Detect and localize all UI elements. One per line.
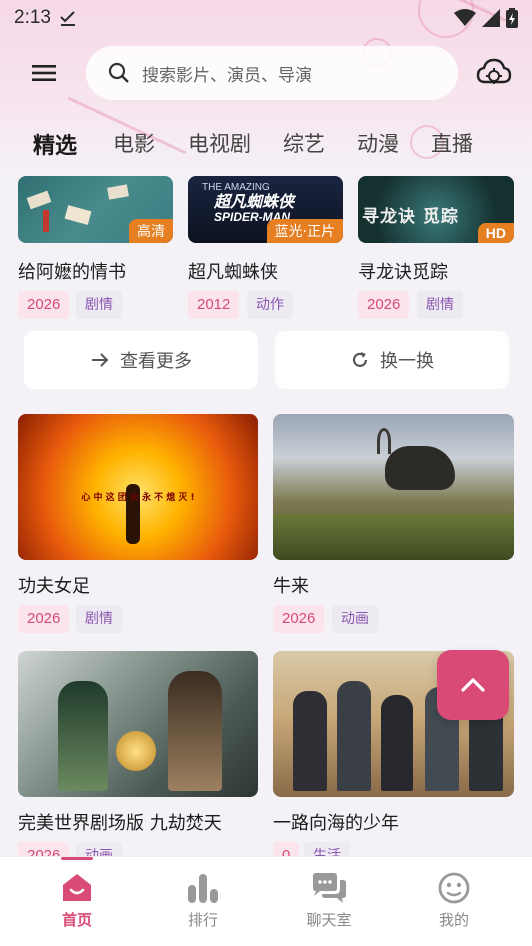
video-title: 超凡蜘蛛侠 bbox=[188, 262, 278, 283]
refresh-label: 换一换 bbox=[380, 351, 434, 372]
tab-anime[interactable]: 动漫 bbox=[357, 128, 399, 158]
nav-ranking-label: 排行 bbox=[187, 911, 218, 929]
signal-icon bbox=[482, 9, 500, 27]
nav-profile-label: 我的 bbox=[438, 911, 469, 929]
year-tag: 2026 bbox=[18, 291, 70, 319]
nav-ranking[interactable]: 排行 bbox=[153, 871, 253, 930]
tab-live[interactable]: 直播 bbox=[431, 128, 473, 158]
genre-tag: 剧情 bbox=[417, 291, 463, 319]
nav-chatroom-label: 聊天室 bbox=[306, 911, 352, 929]
chat-bubbles-icon bbox=[313, 873, 346, 903]
bottom-navigation: 首页 排行 聊天室 我的 bbox=[0, 856, 532, 946]
battery-icon bbox=[506, 8, 518, 28]
app-header: 搜索影片、演员、导演 bbox=[0, 46, 532, 100]
year-tag: 2026 bbox=[18, 605, 70, 633]
refresh-button[interactable]: 换一换 bbox=[275, 331, 509, 389]
hamburger-menu-icon bbox=[32, 65, 56, 81]
genre-tag: 生活 bbox=[304, 842, 350, 856]
wifi-icon bbox=[454, 9, 476, 26]
video-thumbnail: 寻龙诀 觅踪 HD bbox=[358, 176, 514, 243]
nav-home-label: 首页 bbox=[61, 911, 92, 929]
view-more-label: 查看更多 bbox=[120, 351, 192, 372]
genre-tag: 剧情 bbox=[76, 291, 122, 319]
video-thumbnail: 高清 bbox=[18, 176, 173, 243]
video-thumbnail bbox=[273, 414, 514, 560]
nav-home[interactable]: 首页 bbox=[27, 871, 127, 930]
cloud-icon bbox=[476, 58, 512, 84]
genre-tag: 剧情 bbox=[76, 605, 122, 633]
status-bar: 2:13 bbox=[0, 0, 532, 36]
bar-chart-icon bbox=[188, 874, 218, 903]
video-thumbnail: THE AMAZING 超凡蜘蛛侠 SPIDER-MAN 蓝光·正片 bbox=[188, 176, 343, 243]
search-icon bbox=[108, 62, 129, 83]
arrow-right-icon bbox=[92, 353, 109, 367]
search-placeholder: 搜索影片、演员、导演 bbox=[142, 65, 312, 86]
genre-tag: 动画 bbox=[332, 605, 378, 633]
home-icon bbox=[63, 874, 91, 901]
year-tag: 0 bbox=[273, 842, 300, 856]
download-done-icon bbox=[60, 11, 75, 26]
video-title: 完美世界剧场版 九劫焚天 bbox=[18, 813, 222, 834]
video-thumbnail: 心 中 这 团 火 永 不 熄 灭 ! bbox=[18, 414, 258, 560]
year-tag: 2012 bbox=[188, 291, 240, 319]
quality-badge: 蓝光·正片 bbox=[266, 219, 343, 243]
search-bar[interactable]: 搜索影片、演员、导演 bbox=[86, 46, 458, 100]
category-tabs: 精选 电影 电视剧 综艺 动漫 直播 bbox=[0, 122, 532, 166]
chevron-up-icon bbox=[461, 678, 485, 692]
tab-featured[interactable]: 精选 bbox=[33, 128, 77, 160]
scroll-to-top-button[interactable] bbox=[437, 650, 509, 720]
video-title: 牛来 bbox=[273, 576, 309, 597]
year-tag: 2026 bbox=[273, 605, 325, 633]
video-title: 一路向海的少年 bbox=[273, 813, 399, 834]
nav-profile[interactable]: 我的 bbox=[404, 871, 504, 930]
profile-face-icon bbox=[438, 872, 470, 904]
view-more-button[interactable]: 查看更多 bbox=[24, 331, 258, 389]
quality-badge: 高清 bbox=[129, 219, 173, 243]
content-feed: 高清 给阿嬷的情书 2026 剧情 THE AMAZING 超凡蜘蛛侠 SPID… bbox=[0, 176, 532, 856]
menu-button[interactable] bbox=[28, 58, 60, 88]
refresh-icon bbox=[352, 352, 368, 367]
tab-tv-series[interactable]: 电视剧 bbox=[188, 128, 251, 158]
year-tag: 2026 bbox=[358, 291, 410, 319]
video-title: 给阿嬷的情书 bbox=[18, 262, 126, 283]
video-thumbnail bbox=[18, 651, 258, 797]
status-time: 2:13 bbox=[14, 7, 51, 28]
active-tab-indicator bbox=[61, 857, 93, 860]
genre-tag: 动画 bbox=[76, 842, 122, 856]
nav-chatroom[interactable]: 聊天室 bbox=[279, 871, 379, 930]
genre-tag: 动作 bbox=[247, 291, 293, 319]
tab-movies[interactable]: 电影 bbox=[113, 128, 155, 158]
year-tag: 2026 bbox=[18, 842, 70, 856]
video-title: 寻龙诀觅踪 bbox=[358, 262, 448, 283]
tab-variety[interactable]: 综艺 bbox=[283, 128, 325, 158]
video-title: 功夫女足 bbox=[18, 576, 90, 597]
quality-badge: HD bbox=[477, 223, 514, 243]
cloud-sync-button[interactable] bbox=[476, 56, 512, 90]
